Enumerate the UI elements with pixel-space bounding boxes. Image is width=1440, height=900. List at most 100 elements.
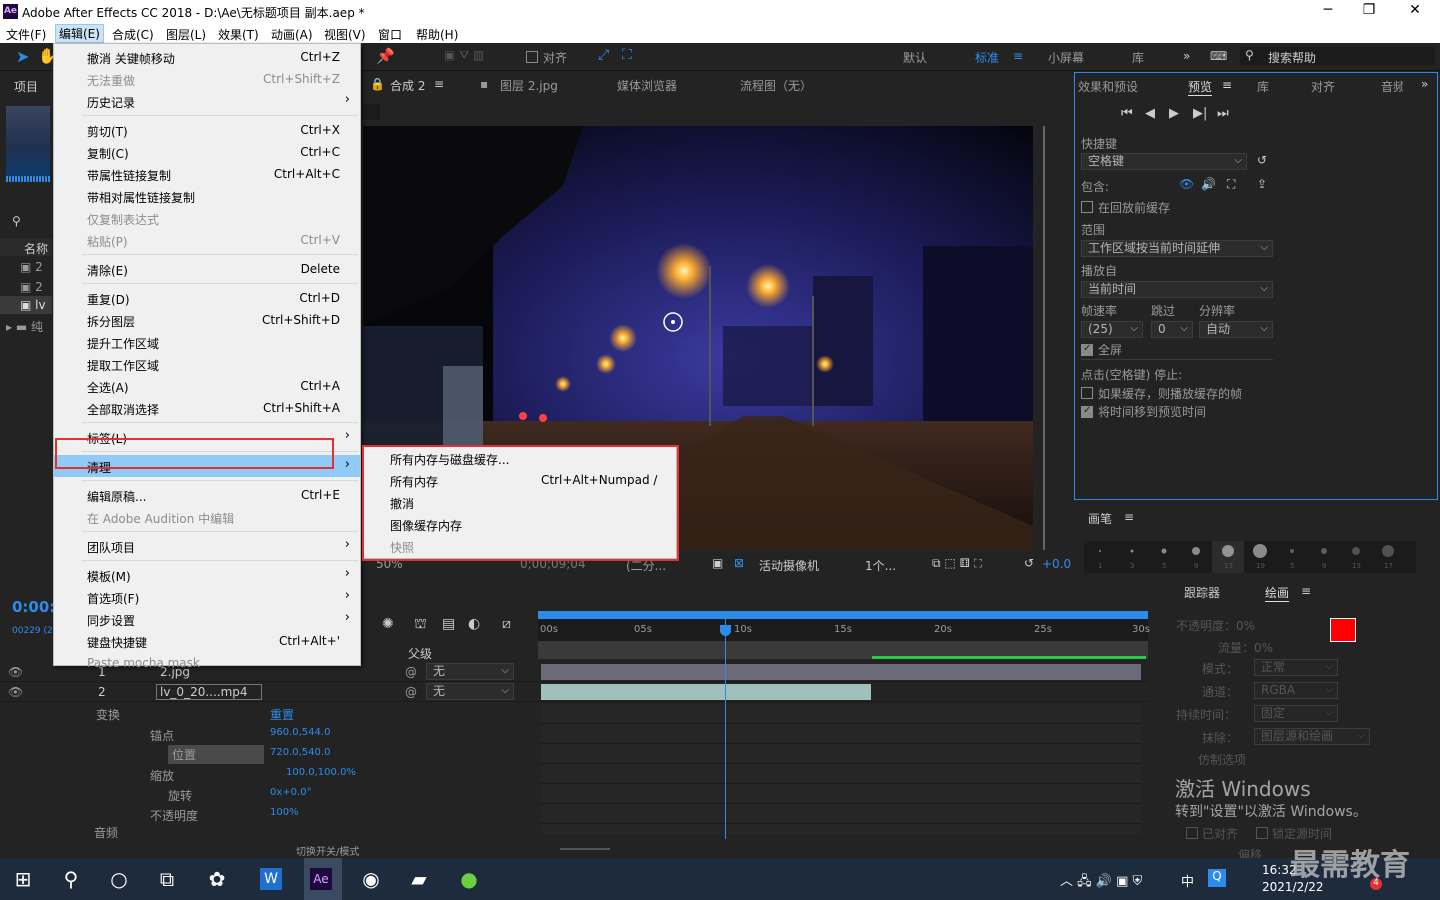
- aligned-checkbox[interactable]: [1186, 827, 1198, 839]
- tab-paint[interactable]: 绘画: [1265, 584, 1290, 602]
- paint-opacity[interactable]: 不透明度：0%: [1176, 617, 1255, 634]
- tab-flowchart[interactable]: 流程图（无）: [740, 77, 812, 94]
- pick-whip-icon[interactable]: @: [405, 685, 417, 699]
- parent-dropdown[interactable]: 无: [426, 663, 514, 680]
- edit-menu-item[interactable]: 全选(A) Ctrl+A: [54, 375, 360, 397]
- edit-menu-item[interactable]: 模板(M) ›: [54, 564, 360, 586]
- paint-flow[interactable]: 流量：0%: [1218, 639, 1273, 656]
- last-frame-icon[interactable]: ⏭: [1217, 106, 1229, 121]
- transform-group[interactable]: 变换: [96, 706, 120, 723]
- property-row[interactable]: 旋转 0x+0.0°: [150, 784, 400, 804]
- mode-dropdown[interactable]: 正常: [1254, 659, 1338, 676]
- tab-audio[interactable]: 音频: [1381, 78, 1403, 95]
- brush-panel-title[interactable]: 画笔: [1088, 510, 1112, 527]
- keyframe-area[interactable]: [541, 704, 1141, 834]
- visibility-icon[interactable]: 👁: [8, 665, 23, 679]
- snap-checkbox[interactable]: [526, 51, 538, 63]
- first-frame-icon[interactable]: ⏮: [1121, 106, 1133, 121]
- play-from-dropdown[interactable]: 当前时间: [1081, 281, 1273, 298]
- sync-icon[interactable]: ⌨: [1210, 49, 1227, 63]
- shy-icon[interactable]: ⛫: [414, 616, 427, 634]
- project-item[interactable]: ▣ lv: [0, 296, 52, 314]
- timeline-current-time[interactable]: 0:00:: [12, 598, 55, 616]
- ime-indicator[interactable]: 中: [1181, 871, 1194, 890]
- include-video-icon[interactable]: 👁: [1179, 177, 1194, 191]
- transparency-grid-icon[interactable]: ⊠: [734, 556, 744, 570]
- windows-start-icon[interactable]: ⊞: [10, 866, 36, 892]
- layer-name[interactable]: lv_0_20....mp4: [156, 684, 262, 700]
- transform-reset-link[interactable]: 重置: [270, 706, 294, 723]
- menu-animation[interactable]: 动画(A): [271, 26, 313, 43]
- property-value[interactable]: 960.0,544.0: [270, 727, 330, 738]
- taskbar-search-icon[interactable]: ⚲: [58, 866, 84, 892]
- property-value[interactable]: 100%: [270, 807, 299, 818]
- menu-view[interactable]: 视图(V): [324, 26, 366, 43]
- work-area-bar[interactable]: [538, 611, 1148, 619]
- view-layout-dropdown[interactable]: 1个...: [865, 557, 896, 574]
- edit-menu-item[interactable]: 团队项目 ›: [54, 535, 360, 557]
- move-time-checkbox[interactable]: [1081, 405, 1093, 418]
- lock-icon[interactable]: 🔒: [370, 77, 385, 91]
- cache-before-checkbox[interactable]: [1081, 201, 1093, 213]
- pinned-app-icon[interactable]: ▰: [406, 866, 432, 892]
- property-value[interactable]: 0x+0.0°: [270, 787, 312, 798]
- project-search-icon[interactable]: ⚲: [12, 214, 21, 228]
- parent-column-header[interactable]: 父级: [408, 645, 432, 662]
- workspace-default[interactable]: 默认: [903, 49, 927, 66]
- workspace-menu-icon[interactable]: ≡: [1013, 49, 1023, 63]
- edit-menu-item[interactable]: 全部取消选择 Ctrl+Shift+A: [54, 397, 360, 419]
- frame-blend-icon[interactable]: ▤: [442, 616, 455, 632]
- layer-duration-bar[interactable]: [541, 664, 1141, 680]
- property-row[interactable]: 缩放 100.0,100.0%: [150, 764, 400, 784]
- project-item[interactable]: ▣ 2: [0, 258, 52, 276]
- range-dropdown[interactable]: 工作区域按当前时间延伸: [1081, 240, 1273, 257]
- menu-layer[interactable]: 图层(L): [166, 26, 206, 43]
- chrome-icon[interactable]: ◉: [358, 866, 384, 892]
- edit-menu-item[interactable]: 重复(D) Ctrl+D: [54, 287, 360, 309]
- menu-composition[interactable]: 合成(C): [112, 26, 154, 43]
- edit-menu-item[interactable]: 撤消 关键帧移动 Ctrl+Z: [54, 46, 360, 68]
- pin-tool-icon[interactable]: 📌: [376, 47, 395, 65]
- project-folder[interactable]: ▸ ▬ 纯: [0, 316, 52, 334]
- property-row[interactable]: 不透明度 100%: [150, 804, 400, 824]
- reset-shortcut-icon[interactable]: ↺: [1257, 153, 1267, 167]
- edit-menu-item[interactable]: 带相对属性链接复制: [54, 185, 360, 207]
- erase-dropdown[interactable]: 图层源和绘画: [1254, 728, 1370, 745]
- name-column-header[interactable]: 名称: [24, 240, 48, 257]
- property-row[interactable]: 位置 720.0,540.0: [150, 744, 400, 764]
- pinned-wps-icon[interactable]: W: [260, 868, 282, 890]
- search-help[interactable]: ⚲ 搜索帮助: [1240, 47, 1435, 65]
- resolution-dropdown[interactable]: 自动: [1199, 321, 1273, 338]
- zoom-slider[interactable]: [560, 848, 610, 850]
- edit-menu-item[interactable]: 清除(E) Delete: [54, 258, 360, 280]
- workspace-standard[interactable]: 标准: [975, 49, 999, 66]
- edit-menu-item[interactable]: 剪切(T) Ctrl+X: [54, 119, 360, 141]
- fullscreen-checkbox[interactable]: [1081, 343, 1093, 356]
- snap-edges-icon[interactable]: ⤢: [598, 47, 609, 63]
- lock-source-time-checkbox[interactable]: [1256, 827, 1268, 839]
- pick-whip-icon[interactable]: @: [405, 665, 417, 679]
- camera-dropdown[interactable]: 活动摄像机: [759, 557, 819, 574]
- next-frame-icon[interactable]: ▶|: [1193, 106, 1207, 121]
- motion-blur-icon[interactable]: ◐: [468, 616, 480, 632]
- pinned-app-icon[interactable]: ●: [456, 866, 482, 892]
- tab-tracker[interactable]: 跟踪器: [1184, 584, 1220, 601]
- preview-menu-icon[interactable]: ≡: [1222, 78, 1232, 92]
- edit-menu-item[interactable]: 带属性链接复制 Ctrl+Alt+C: [54, 163, 360, 185]
- cortana-icon[interactable]: ○: [106, 866, 132, 892]
- property-value[interactable]: 100.0,100.0%: [286, 767, 356, 778]
- edit-menu-item[interactable]: 提取工作区域: [54, 353, 360, 375]
- property-value[interactable]: 720.0,540.0: [270, 747, 330, 758]
- parent-dropdown[interactable]: 无: [426, 683, 514, 700]
- project-panel-title[interactable]: 项目: [14, 78, 38, 95]
- close-icon[interactable]: ✕: [1403, 2, 1427, 20]
- toggle-switches-modes[interactable]: 切换开关/模式: [296, 843, 359, 858]
- tab-libraries[interactable]: 库: [1257, 78, 1269, 95]
- tab-comp[interactable]: 合成 2: [390, 77, 425, 94]
- if-cache-checkbox[interactable]: [1081, 387, 1093, 399]
- edit-menu-item[interactable]: 提升工作区域: [54, 331, 360, 353]
- visibility-icon[interactable]: 👁: [8, 685, 23, 699]
- brush-tips[interactable]: 1 3 5 9 13 19 5 9 13 17: [1084, 541, 1416, 573]
- current-time-indicator[interactable]: [725, 619, 726, 839]
- edit-menu-item[interactable]: 首选项(F) ›: [54, 586, 360, 608]
